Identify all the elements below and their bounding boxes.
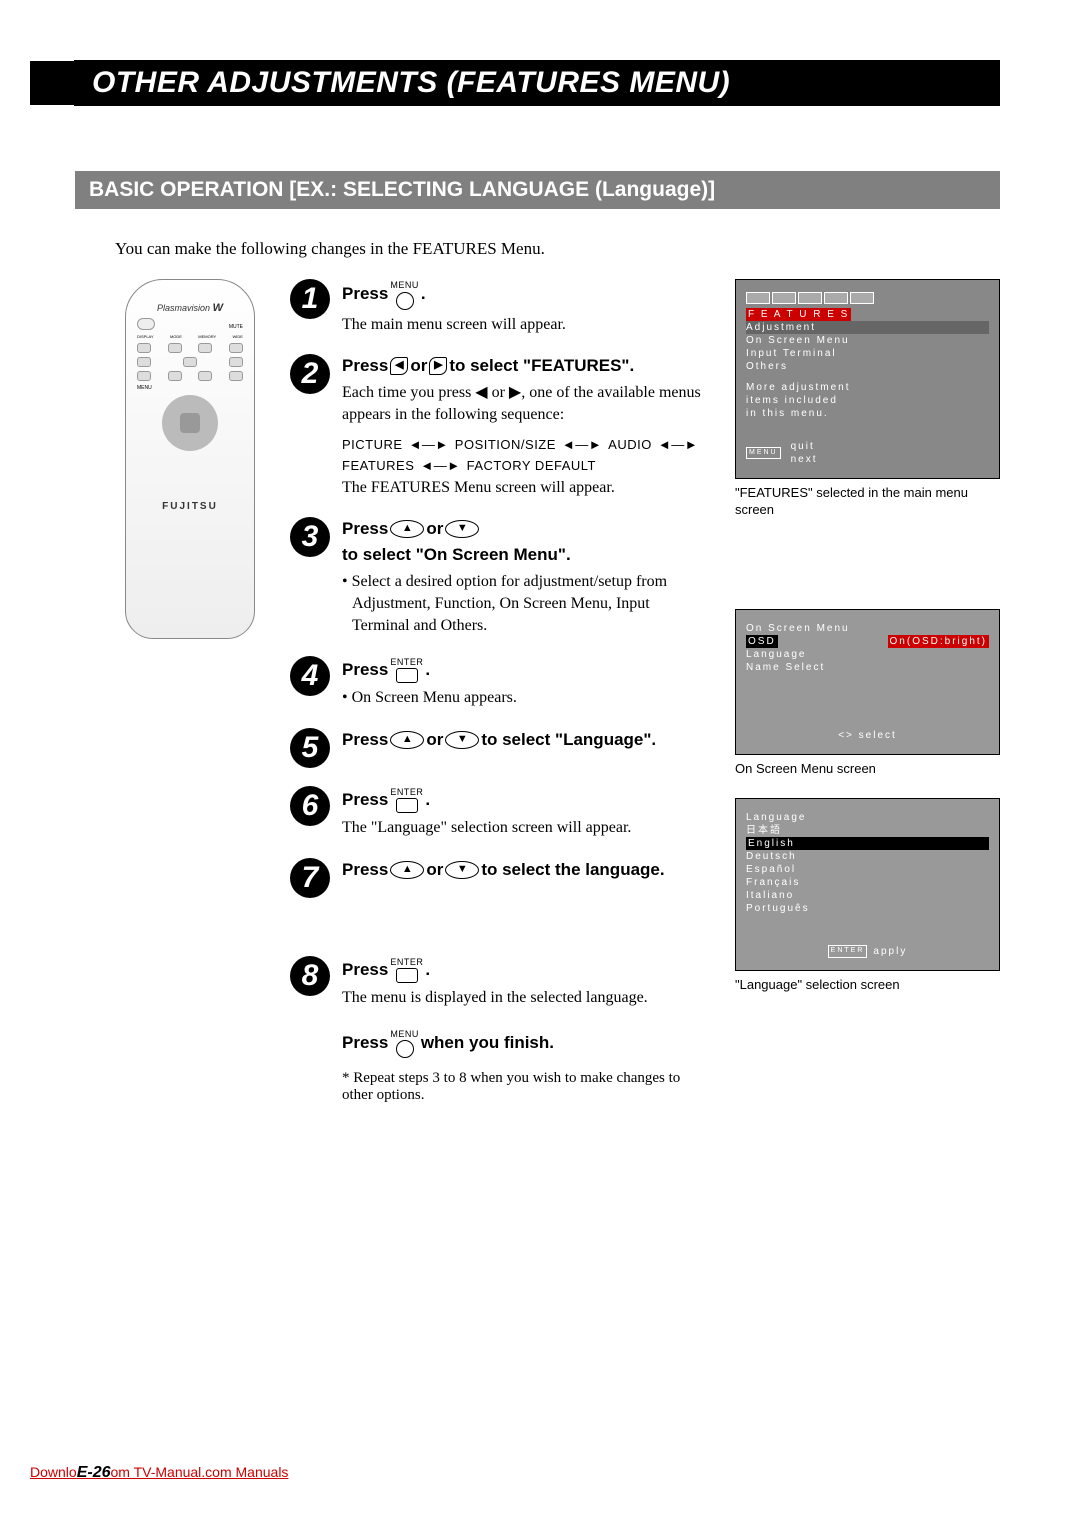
down-arrow-icon: ▼	[445, 731, 479, 749]
step-desc: The menu is displayed in the selected la…	[342, 987, 710, 1009]
final-instructions: Press MENU when you finish. * Repeat ste…	[342, 1028, 710, 1105]
step-number: 7	[290, 858, 330, 898]
step-4: 4 Press ENTER. • On Screen Menu appears.	[290, 656, 710, 710]
remote-column: Plasmavision W MUTE DISPLAYMODEMEMORYWID…	[115, 279, 265, 1104]
up-arrow-icon: ▲	[390, 520, 424, 538]
section-title: BASIC OPERATION [EX.: SELECTING LANGUAGE…	[75, 171, 1000, 209]
page-footer: DownloE-26om TV-Manual.com Manuals	[30, 1464, 288, 1482]
enter-button-icon: ENTER	[390, 786, 423, 814]
download-link[interactable]: DownloE-26om TV-Manual.com Manuals	[30, 1464, 288, 1480]
step-number: 8	[290, 956, 330, 996]
step-heading: Press ◀ or ▶ to select "FEATURES".	[342, 354, 710, 378]
osd-features: F E A T U R E S Adjustment On Screen Men…	[735, 279, 1000, 479]
step-number: 6	[290, 786, 330, 826]
step-desc: The "Language" selection screen will app…	[342, 817, 710, 839]
manual-page: OTHER ADJUSTMENTS (FEATURES MENU) BASIC …	[0, 0, 1080, 1527]
step-heading: Press MENU.	[342, 279, 710, 310]
left-arrow-icon: ◀	[390, 357, 408, 375]
step-heading: Press ▲ or ▼ to select the language.	[342, 858, 710, 882]
remote-logo: FUJITSU	[134, 501, 246, 512]
step-number: 3	[290, 517, 330, 557]
enter-button-icon: ENTER	[390, 956, 423, 984]
step-desc: The main menu screen will appear.	[342, 314, 710, 336]
page-title-bar: OTHER ADJUSTMENTS (FEATURES MENU)	[30, 60, 1000, 106]
osd-onscreen-caption: On Screen Menu screen	[735, 761, 1000, 778]
step-desc: • On Screen Menu appears.	[352, 687, 710, 709]
remote-brand: Plasmavision W	[134, 302, 246, 314]
step-6: 6 Press ENTER. The "Language" selection s…	[290, 786, 710, 840]
down-arrow-icon: ▼	[445, 861, 479, 879]
menu-sequence: PICTURE ◄—► POSITION/SIZE ◄—► AUDIO ◄—► …	[342, 437, 710, 473]
osd-features-caption: "FEATURES" selected in the main menu scr…	[735, 485, 1000, 519]
step-heading: Press ENTER.	[342, 786, 710, 814]
enter-button-icon: ENTER	[390, 656, 423, 684]
menu-button-icon: MENU	[390, 1028, 419, 1059]
step-2: 2 Press ◀ or ▶ to select "FEATURES". Each…	[290, 354, 710, 499]
step-number: 1	[290, 279, 330, 319]
up-arrow-icon: ▲	[390, 731, 424, 749]
step-1: 1 Press MENU. The main menu screen will a…	[290, 279, 710, 336]
osd-language-caption: "Language" selection screen	[735, 977, 1000, 994]
step-desc: • Select a desired option for adjustment…	[352, 571, 710, 638]
step-3: 3 Press ▲ or ▼ to select "On Screen Menu…	[290, 517, 710, 638]
step-7: 7 Press ▲ or ▼ to select the language.	[290, 858, 710, 898]
step-number: 5	[290, 728, 330, 768]
right-arrow-icon: ▶	[429, 357, 447, 375]
remote-illustration: Plasmavision W MUTE DISPLAYMODEMEMORYWID…	[125, 279, 255, 639]
up-arrow-icon: ▲	[390, 861, 424, 879]
step-heading: Press ENTER.	[342, 656, 710, 684]
remote-dpad	[162, 395, 218, 451]
step-5: 5 Press ▲ or ▼ to select "Language".	[290, 728, 710, 768]
osd-language: Language 日本語EnglishDeutschEspañolFrançai…	[735, 798, 1000, 971]
menu-button-icon: MENU	[390, 279, 419, 310]
step-8: 8 Press ENTER. The menu is displayed in t…	[290, 956, 710, 1010]
steps-column: 1 Press MENU. The main menu screen will a…	[290, 279, 710, 1104]
osd-column: F E A T U R E S Adjustment On Screen Men…	[735, 279, 1000, 1104]
footnote: * Repeat steps 3 to 8 when you wish to m…	[342, 1070, 710, 1104]
step-heading: Press ▲ or ▼ to select "Language".	[342, 728, 710, 752]
down-arrow-icon: ▼	[445, 520, 479, 538]
seq-after: The FEATURES Menu screen will appear.	[342, 477, 710, 499]
intro-text: You can make the following changes in th…	[115, 239, 1000, 259]
step-heading: Press ▲ or ▼ to select "On Screen Menu".	[342, 517, 710, 567]
step-number: 4	[290, 656, 330, 696]
page-title: OTHER ADJUSTMENTS (FEATURES MENU)	[74, 60, 1000, 106]
step-heading: Press ENTER.	[342, 956, 710, 984]
content-columns: Plasmavision W MUTE DISPLAYMODEMEMORYWID…	[115, 279, 1000, 1104]
osd-onscreen: On Screen Menu OSDOn(OSD:bright) Languag…	[735, 609, 1000, 755]
title-square	[30, 61, 74, 105]
step-desc: Each time you press ◀ or ▶, one of the a…	[342, 382, 710, 427]
step-number: 2	[290, 354, 330, 394]
